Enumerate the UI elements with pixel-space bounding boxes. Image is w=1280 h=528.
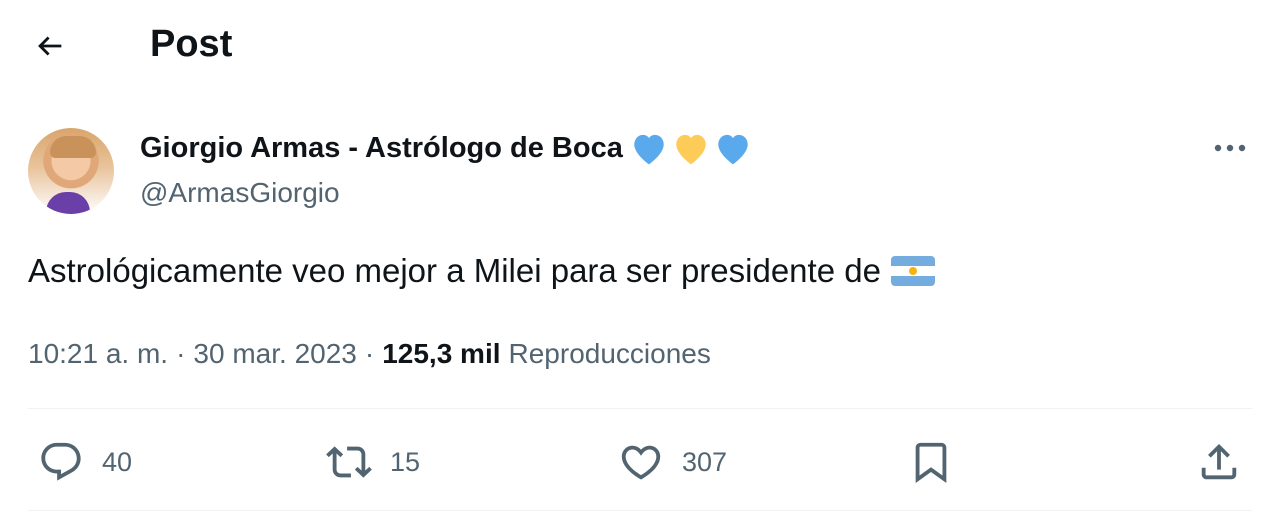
reply-button[interactable]: 40 [38, 432, 132, 492]
arrow-left-icon [38, 36, 62, 56]
tweet-meta: 10:21 a. m. · 30 mar. 2023 · 125,3 mil R… [28, 334, 711, 374]
author-display-name[interactable]: Giorgio Armas - Astrólogo de Boca [140, 128, 753, 168]
share-icon [1201, 443, 1237, 480]
more-horizontal-icon [1214, 144, 1246, 152]
display-name-text: Giorgio Armas - Astrólogo de Boca [140, 132, 623, 164]
name-emojis [629, 130, 753, 166]
retweet-button[interactable]: 15 [326, 432, 420, 492]
like-count: 307 [682, 446, 728, 477]
share-button[interactable] [1196, 432, 1242, 492]
tweet-text-body: Astrológicamente veo mejor a Milei para … [28, 252, 881, 289]
heart-icon [621, 445, 661, 480]
author-username[interactable]: @ArmasGiorgio [140, 174, 340, 212]
argentina-flag-icon [890, 256, 935, 286]
blue-heart-icon [634, 134, 664, 165]
tweet-time[interactable]: 10:21 a. m. [28, 334, 168, 374]
avatar-shirt [46, 192, 90, 214]
back-button[interactable] [26, 22, 74, 70]
action-bar: 40 15 307 [0, 432, 1280, 492]
tweet-date[interactable]: 30 mar. 2023 [193, 334, 356, 374]
meta-separator: · [176, 338, 186, 369]
page-title: Post [150, 23, 233, 65]
bookmark-button[interactable] [908, 432, 954, 492]
top-bar: Post [0, 0, 1280, 90]
yellow-heart-icon [676, 134, 706, 165]
reply-icon [41, 442, 81, 481]
retweet-count: 15 [390, 446, 421, 477]
divider [28, 510, 1252, 511]
reply-count: 40 [102, 446, 133, 477]
meta-separator: · [364, 338, 375, 369]
bookmark-icon [915, 442, 947, 483]
tweet-text: Astrológicamente veo mejor a Milei para … [28, 248, 935, 294]
blue-heart-icon [718, 134, 748, 165]
views-label: Reproducciones [508, 338, 711, 369]
views-count: 125,3 mil [382, 338, 501, 369]
retweet-icon [326, 446, 372, 478]
avatar-hair [50, 136, 96, 158]
more-options-button[interactable] [1208, 128, 1252, 168]
flag-sun [908, 267, 917, 275]
avatar[interactable] [28, 128, 114, 214]
like-button[interactable]: 307 [618, 432, 727, 492]
divider [28, 408, 1252, 409]
